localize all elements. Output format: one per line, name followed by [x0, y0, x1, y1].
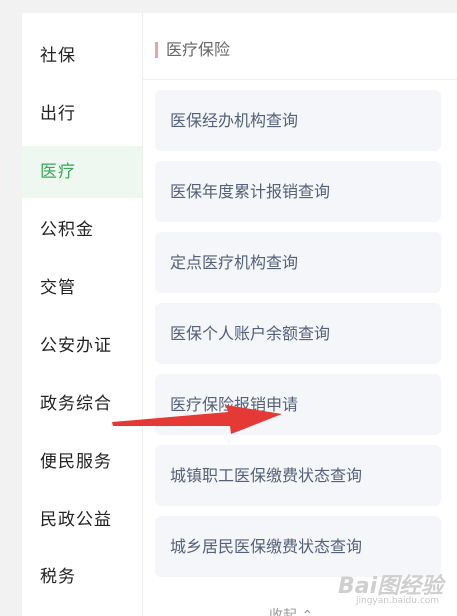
service-card-label: 定点医疗机构查询: [170, 253, 299, 272]
service-card-designated-hospital-query[interactable]: 定点医疗机构查询: [155, 232, 441, 293]
sidebar-item-police-certificates[interactable]: 公安办证: [22, 320, 142, 372]
service-card-account-balance-query[interactable]: 医保个人账户余额查询: [155, 303, 441, 364]
collapse-button[interactable]: 收起 ⌃: [269, 607, 313, 616]
watermark-url: jingyan.baidu.com: [356, 596, 440, 606]
sidebar-item-convenience-services[interactable]: 便民服务: [22, 436, 142, 488]
sidebar-item-housing-fund[interactable]: 公积金: [22, 204, 142, 256]
service-card-label: 医疗保险报销申请: [170, 395, 299, 414]
watermark: Bai图经验 jingyan.baidu.com: [338, 566, 450, 610]
service-card-insurance-agency-query[interactable]: 医保经办机构查询: [155, 90, 441, 151]
service-card-label: 医保经办机构查询: [170, 111, 299, 130]
service-card-label: 医保年度累计报销查询: [170, 182, 331, 201]
sidebar-item-traffic[interactable]: 交管: [22, 262, 142, 314]
sidebar-item-travel[interactable]: 出行: [22, 88, 142, 140]
service-card-label: 城镇职工医保缴费状态查询: [170, 466, 363, 485]
sidebar-item-social-security[interactable]: 社保: [22, 30, 142, 82]
section-header: 医疗保险: [143, 13, 457, 80]
service-panel: 医疗保险 医保经办机构查询 医保年度累计报销查询 定点医疗机构查询 医保个人账户…: [143, 13, 457, 616]
service-card-label: 医保个人账户余额查询: [170, 324, 331, 343]
sidebar-item-medical[interactable]: 医疗: [22, 146, 142, 198]
section-title: 医疗保险: [166, 40, 231, 59]
section-accent-bar: [155, 42, 158, 58]
sidebar-item-tax[interactable]: 税务: [22, 551, 142, 603]
service-card-annual-reimbursement-query[interactable]: 医保年度累计报销查询: [155, 161, 441, 222]
service-card-employee-payment-status-query[interactable]: 城镇职工医保缴费状态查询: [155, 445, 441, 506]
service-card-label: 城乡居民医保缴费状态查询: [170, 537, 363, 556]
service-card-reimbursement-application[interactable]: 医疗保险报销申请: [155, 374, 441, 435]
sidebar-item-civil-affairs[interactable]: 民政公益: [22, 494, 142, 546]
app-frame: 社保 出行 医疗 公积金 交管 公安办证 政务综合 便民服务 民政公益 税务 医…: [22, 13, 457, 616]
sidebar-item-government-general[interactable]: 政务综合: [22, 378, 142, 430]
category-sidebar: 社保 出行 医疗 公积金 交管 公安办证 政务综合 便民服务 民政公益 税务: [22, 13, 143, 616]
